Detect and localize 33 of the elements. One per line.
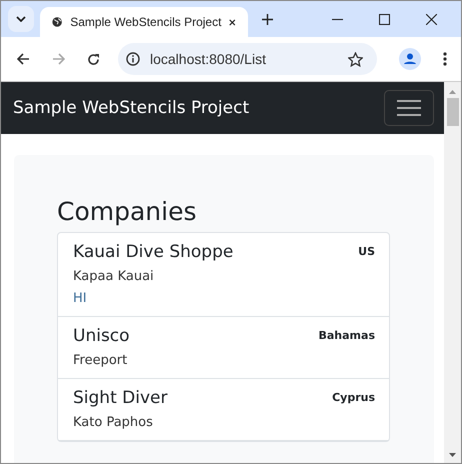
menu-dots-icon[interactable]	[443, 52, 447, 66]
maximize-icon[interactable]	[379, 14, 390, 25]
new-tab-icon[interactable]	[262, 14, 273, 25]
menu-icon	[397, 99, 421, 117]
reload-icon[interactable]	[87, 52, 100, 66]
company-country: Bahamas	[318, 329, 375, 344]
url-text: localhost:8080/List	[150, 51, 266, 67]
company-city: Kapaa Kauai	[73, 269, 155, 284]
company-name: Kauai Dive Shoppe	[73, 242, 234, 262]
company-country: Cyprus	[332, 391, 375, 406]
star-icon[interactable]	[348, 52, 363, 66]
scroll-down-icon[interactable]	[449, 453, 456, 457]
back-arrow-icon[interactable]	[17, 53, 30, 65]
tab-title: Sample WebStencils Project	[70, 15, 222, 29]
chevron-down-icon	[16, 16, 26, 22]
company-name: Unisco	[73, 326, 130, 346]
navbar-toggler[interactable]	[384, 90, 434, 126]
company-state: HI	[73, 291, 88, 306]
profile-icon[interactable]	[399, 48, 421, 70]
company-city: Freeport	[73, 353, 128, 368]
scrollbar-thumb[interactable]	[446, 98, 458, 126]
close-icon[interactable]	[426, 14, 437, 25]
page-heading: Companies	[57, 197, 198, 226]
company-country: US	[358, 245, 375, 260]
brand-link[interactable]: Sample WebStencils Project	[13, 98, 250, 118]
browser-tab[interactable]: Sample WebStencils Project	[40, 7, 248, 37]
address-bar[interactable]: localhost:8080/List	[118, 43, 377, 75]
company-city: Kato Paphos	[73, 415, 154, 430]
info-icon[interactable]	[126, 52, 140, 66]
scrollbar[interactable]	[444, 82, 461, 463]
company-name: Sight Diver	[73, 388, 168, 408]
close-icon[interactable]	[229, 18, 236, 26]
tab-list-button[interactable]	[8, 6, 34, 32]
